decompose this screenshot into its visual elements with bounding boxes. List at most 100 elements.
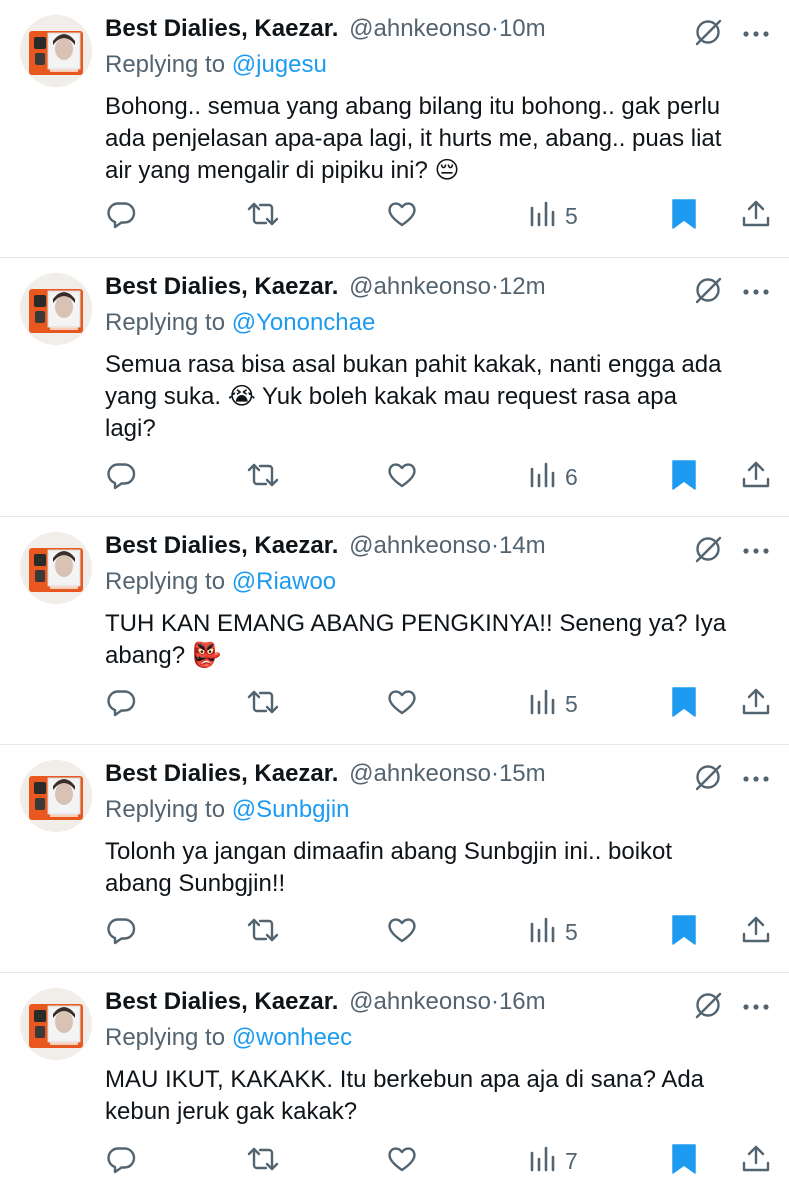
replying-to-mention[interactable]: @wonheec [232,1024,352,1051]
like-icon [386,687,418,722]
like-button[interactable] [386,684,418,724]
replying-to: Replying to @wonheec [105,1022,352,1054]
replying-to: Replying to @Yononchae [105,307,375,339]
views-button[interactable]: 5 [529,684,578,724]
more-icon[interactable] [743,25,769,43]
replying-to-label: Replying to [105,51,226,78]
grok-icon[interactable] [693,534,723,569]
timestamp[interactable]: 12m [499,273,546,300]
like-button[interactable] [386,912,418,952]
replying-to-label: Replying to [105,309,226,336]
avatar[interactable] [20,273,92,345]
retweet-icon [246,199,280,234]
avatar[interactable] [20,760,92,832]
grok-icon[interactable] [693,17,723,52]
tweet-text: Tolonh ya jangan dimaafin abang Sunbgjin… [105,838,673,897]
reply-button[interactable] [106,912,136,952]
share-icon [741,687,771,722]
tweet[interactable]: Best Dialies, Kaezar. @ahnkeonso·16m Rep… [0,973,789,1200]
replying-to: Replying to @jugesu [105,49,327,81]
reply-icon [106,687,136,722]
separator-dot: · [490,760,499,787]
display-name[interactable]: Best Dialies, Kaezar. [105,273,338,300]
bookmark-button[interactable] [671,196,697,236]
bookmark-button[interactable] [671,1141,697,1181]
bookmark-button[interactable] [671,912,697,952]
bookmark-button[interactable] [671,457,697,497]
views-icon [529,915,557,950]
display-name[interactable]: Best Dialies, Kaezar. [105,760,338,787]
like-button[interactable] [386,1141,418,1181]
avatar[interactable] [20,15,92,87]
username[interactable]: @ahnkeonso [349,988,491,1015]
replying-to-mention[interactable]: @jugesu [232,51,327,78]
like-button[interactable] [386,196,418,236]
views-button[interactable]: 5 [529,196,578,236]
tweet-text: MAU IKUT, KAKAKK. Itu berkebun apa aja d… [105,1066,705,1125]
tweet-header: Best Dialies, Kaezar. @ahnkeonso·16m [105,986,769,1018]
more-icon[interactable] [743,998,769,1016]
tweet[interactable]: Best Dialies, Kaezar. @ahnkeonso·10m Rep… [0,0,789,258]
share-button[interactable] [741,684,771,724]
share-button[interactable] [741,196,771,236]
separator-dot: · [490,273,499,300]
tweet[interactable]: Best Dialies, Kaezar. @ahnkeonso·12m Rep… [0,258,789,517]
replying-to-mention[interactable]: @Riawoo [232,568,336,595]
bookmark-icon [671,198,697,235]
timestamp[interactable]: 16m [499,988,546,1015]
like-button[interactable] [386,457,418,497]
display-name[interactable]: Best Dialies, Kaezar. [105,988,338,1015]
username[interactable]: @ahnkeonso [349,273,491,300]
avatar[interactable] [20,988,92,1060]
timestamp[interactable]: 10m [499,15,546,42]
views-count: 7 [565,1147,578,1174]
bookmark-icon [671,459,697,496]
tweet[interactable]: Best Dialies, Kaezar. @ahnkeonso·14m Rep… [0,517,789,745]
tweet-header: Best Dialies, Kaezar. @ahnkeonso·12m [105,271,769,303]
username[interactable]: @ahnkeonso [349,760,491,787]
display-name[interactable]: Best Dialies, Kaezar. [105,15,338,42]
more-icon[interactable] [743,542,769,560]
replying-to-mention[interactable]: @Sunbgjin [232,796,350,823]
bookmark-button[interactable] [671,684,697,724]
more-icon[interactable] [743,283,769,301]
reply-button[interactable] [106,684,136,724]
retweet-button[interactable] [246,1141,280,1181]
share-button[interactable] [741,457,771,497]
reply-button[interactable] [106,1141,136,1181]
share-icon [741,199,771,234]
share-button[interactable] [741,912,771,952]
grok-icon[interactable] [693,762,723,797]
share-button[interactable] [741,1141,771,1181]
grok-icon[interactable] [693,990,723,1025]
grok-icon[interactable] [693,275,723,310]
retweet-icon [246,1144,280,1179]
share-icon [741,460,771,495]
display-name[interactable]: Best Dialies, Kaezar. [105,532,338,559]
tweet[interactable]: Best Dialies, Kaezar. @ahnkeonso·15m Rep… [0,745,789,973]
views-button[interactable]: 5 [529,912,578,952]
timestamp[interactable]: 15m [499,760,546,787]
reply-icon [106,199,136,234]
tweet-text: Semua rasa bisa asal bukan pahit kakak, … [105,351,722,442]
separator-dot: · [490,988,499,1015]
retweet-button[interactable] [246,196,280,236]
username[interactable]: @ahnkeonso [349,15,491,42]
views-count: 5 [565,918,578,945]
reply-button[interactable] [106,196,136,236]
avatar[interactable] [20,532,92,604]
retweet-button[interactable] [246,684,280,724]
views-button[interactable]: 6 [529,457,578,497]
retweet-button[interactable] [246,912,280,952]
timestamp[interactable]: 14m [499,532,546,559]
share-icon [741,915,771,950]
replying-to-mention[interactable]: @Yononchae [232,309,376,336]
more-icon[interactable] [743,770,769,788]
retweet-button[interactable] [246,457,280,497]
reply-button[interactable] [106,457,136,497]
like-icon [386,199,418,234]
views-count: 6 [565,463,578,490]
reply-icon [106,915,136,950]
views-button[interactable]: 7 [529,1141,578,1181]
username[interactable]: @ahnkeonso [349,532,491,559]
